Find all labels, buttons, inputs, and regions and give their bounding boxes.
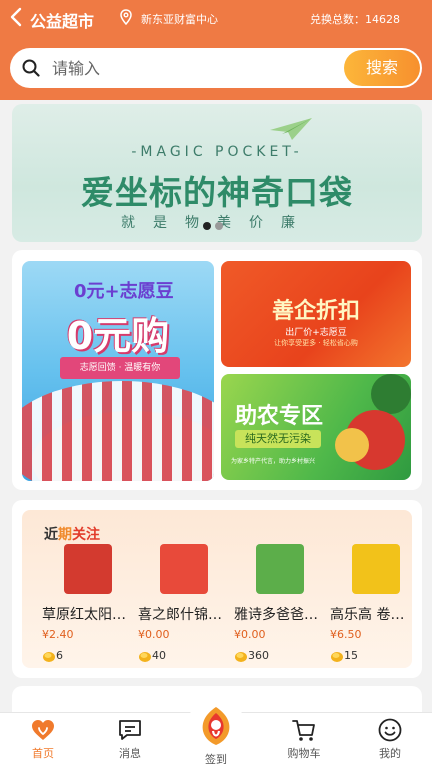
product-name: 高乐高 卷…: [330, 607, 405, 623]
farm-aid-title: 助农专区: [235, 404, 324, 429]
tab-signin-label: 签到: [205, 753, 227, 766]
zero-yuan-ribbon: 志愿回馈 · 温暖有你: [60, 357, 180, 379]
product-points-value: 40: [152, 649, 166, 662]
cart-icon: [292, 720, 315, 741]
message-icon: [119, 720, 141, 740]
signin-icon: [202, 707, 230, 745]
product-name: 草原红太阳…: [42, 607, 126, 623]
recent-title-part-3: 关注: [72, 527, 100, 543]
profile-icon: [378, 718, 402, 742]
promo-grid: 0元+志愿豆 0元购 志愿回馈 · 温暖有你 善企折扣 出厂价+志愿豆 让你享受…: [12, 250, 422, 490]
tab-cart-label: 购物车: [287, 747, 321, 760]
product-name: 喜之郎什锦…: [138, 607, 222, 623]
recent-focus-panel: 近期关注 草原红太阳… ¥2.40 6 喜之郎什锦… ¥0.00 40 雅诗多爸爸… ¥0.0…: [22, 510, 412, 668]
product-thumbnail: [160, 544, 208, 594]
farm-aid-note: 为家乡特产代言，助力乡村振兴: [231, 458, 316, 465]
tab-home-label: 首页: [32, 747, 54, 760]
enterprise-discount-subtitle: 出厂价+志愿豆: [285, 328, 347, 338]
tab-profile-label: 我的: [379, 747, 401, 760]
recent-focus-title: 近期关注: [44, 524, 100, 544]
enterprise-discount-card[interactable]: 善企折扣 出厂价+志愿豆 让你享受更多 · 轻松省心购: [221, 261, 411, 367]
tab-cart[interactable]: 购物车: [274, 717, 334, 767]
farm-aid-subtitle: 纯天然无污染: [235, 430, 321, 448]
recent-item[interactable]: 草原红太阳… ¥2.40 6: [42, 544, 134, 664]
zero-yuan-title: 0元购: [66, 314, 170, 358]
search-input[interactable]: [52, 54, 342, 82]
product-points-value: 6: [56, 649, 63, 662]
recent-item[interactable]: 雅诗多爸爸… ¥0.00 360: [234, 544, 326, 664]
location-text[interactable]: 新东亚财富中心: [141, 11, 218, 27]
tab-signin[interactable]: 签到: [186, 703, 246, 768]
fruit-image: [335, 428, 369, 462]
recent-title-part-2: 期: [58, 527, 72, 543]
product-points-value: 360: [248, 649, 269, 662]
bottom-tab-bar: 首页 消息 签到 购物车 我的: [0, 699, 432, 768]
bean-coin-icon: [139, 652, 151, 662]
back-arrow-icon[interactable]: [6, 6, 28, 28]
home-icon: [32, 720, 54, 740]
product-price: ¥6.50: [330, 628, 362, 641]
recent-focus-section: 近期关注 草原红太阳… ¥2.40 6 喜之郎什锦… ¥0.00 40 雅诗多爸爸… ¥0.0…: [12, 500, 422, 678]
tab-profile[interactable]: 我的: [360, 717, 420, 767]
enterprise-discount-note: 让你享受更多 · 轻松省心购: [274, 339, 358, 347]
product-thumbnail: [64, 544, 112, 594]
zero-yuan-tag: 0元+志愿豆: [74, 281, 174, 302]
banner-title: 爱坐标的神奇口袋: [81, 173, 353, 212]
bean-coin-icon: [43, 652, 55, 662]
product-thumbnail: [256, 544, 304, 594]
search-button[interactable]: 搜索: [344, 50, 420, 86]
top-bar: 公益超市 新东亚财富中心 兑换总数：14628: [0, 0, 432, 36]
product-price: ¥0.00: [234, 628, 266, 641]
carousel-dot[interactable]: [215, 222, 223, 230]
search-icon: [22, 59, 40, 77]
bean-coin-icon: [235, 652, 247, 662]
tab-home[interactable]: 首页: [13, 717, 73, 767]
banner-subtitle: -MAGIC POCKET-: [131, 144, 303, 160]
location-pin-icon: [120, 9, 132, 25]
page-title: 公益超市: [30, 12, 95, 31]
carousel-dot[interactable]: [203, 222, 211, 230]
vegetable-image: [371, 374, 411, 414]
track-stripe-decoration: [22, 381, 214, 481]
exchange-total: 兑换总数：14628: [310, 11, 400, 27]
product-thumbnail: [352, 544, 400, 594]
enterprise-discount-title: 善企折扣: [271, 299, 360, 324]
exchange-total-label: 兑换总数：: [310, 13, 365, 26]
recent-item-list: 草原红太阳… ¥2.40 6 喜之郎什锦… ¥0.00 40 雅诗多爸爸… ¥0.00 360 高…: [22, 544, 412, 664]
tab-messages-label: 消息: [119, 747, 141, 760]
paper-plane-icon: [270, 118, 312, 140]
search-bar: 搜索: [10, 48, 422, 88]
product-price: ¥2.40: [42, 628, 74, 641]
product-price: ¥0.00: [138, 628, 170, 641]
zero-yuan-card[interactable]: 0元+志愿豆 0元购 志愿回馈 · 温暖有你: [22, 261, 214, 481]
tab-messages[interactable]: 消息: [100, 717, 160, 767]
exchange-total-value: 14628: [365, 13, 400, 26]
bean-coin-icon: [331, 652, 343, 662]
product-name: 雅诗多爸爸…: [234, 607, 318, 623]
farm-aid-card[interactable]: 助农专区 纯天然无污染 为家乡特产代言，助力乡村振兴: [221, 374, 411, 480]
recent-title-part-1: 近: [44, 527, 58, 543]
recent-item[interactable]: 高乐高 卷… ¥6.50 15: [330, 544, 412, 664]
recent-item[interactable]: 喜之郎什锦… ¥0.00 40: [138, 544, 230, 664]
product-points-value: 15: [344, 649, 358, 662]
header-bar: 公益超市 新东亚财富中心 兑换总数：14628 搜索: [0, 0, 432, 100]
